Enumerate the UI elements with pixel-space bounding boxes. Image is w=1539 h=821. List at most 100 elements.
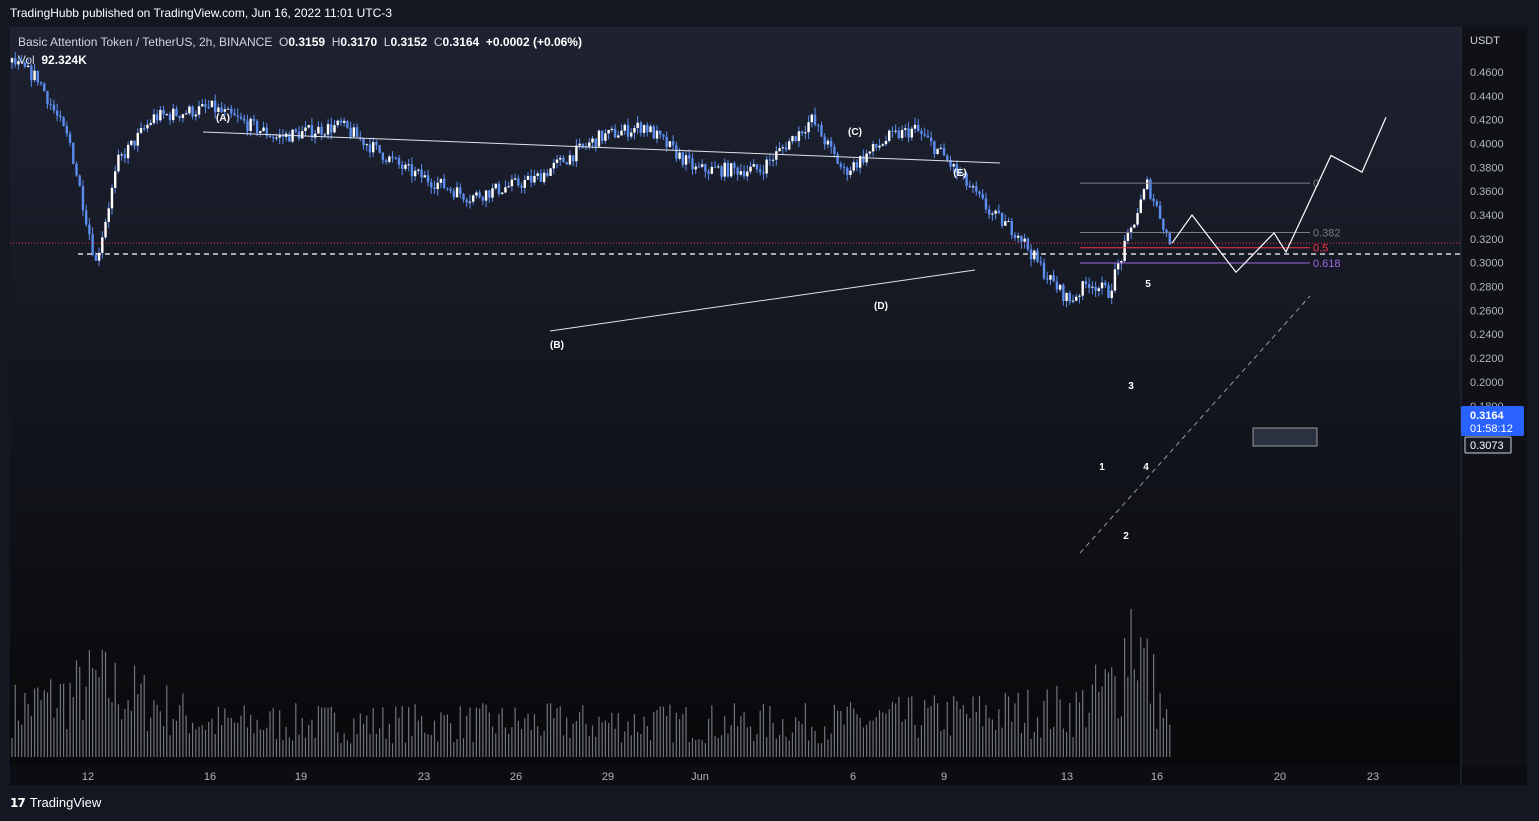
volume-bar [946,701,948,757]
volume-bar [556,708,558,757]
candle-body [555,159,559,163]
candle-body [688,155,691,159]
candle-body [813,114,817,125]
candle-body [704,164,707,172]
volume-bar [295,703,297,757]
candle-body [942,147,946,156]
candle-body [426,175,430,183]
volume-bar [1024,722,1026,757]
volume-bar [598,716,600,757]
volume-bar [827,739,829,757]
candle-body [833,146,836,155]
candle-body [43,83,46,92]
candle-body [197,106,201,115]
volume-bar [927,707,929,757]
volume-bar [1120,716,1122,757]
candle-body [336,120,339,126]
candle-body [907,128,910,138]
candle-body [1100,282,1104,289]
candle-body [268,135,272,138]
candle-body [204,104,207,108]
candle-body [784,147,788,150]
volume-bar [1053,726,1055,757]
volume-bar [837,710,839,757]
countdown-value: 01:58:12 [1470,423,1513,435]
volume-bar [153,700,155,757]
tradingview-brand[interactable]: 17 TradingView [10,795,101,810]
volume-bar [98,677,100,757]
candle-body [946,155,949,160]
volume-bar [204,730,207,757]
candle-body [342,120,346,123]
candle-body [1017,235,1020,238]
volume-bar [346,740,348,757]
volume-bar [1004,692,1006,757]
candle-body [1091,286,1094,288]
candle-body [130,140,133,145]
candle-body [978,191,981,195]
candle-body [101,237,104,253]
candle-body [1065,292,1068,302]
volume-bar [640,733,642,757]
candle-body [536,173,539,176]
candle-body [184,113,188,115]
candle-body [230,108,233,114]
candle-body [671,141,675,146]
candle-body [665,136,668,147]
volume-bar [453,742,455,757]
y-tick-label: 0.2400 [1470,329,1504,341]
volume-bar [1143,647,1145,757]
candle-body [804,132,807,134]
volume-bar [424,732,426,757]
candle-body [894,130,897,132]
candle-body [1039,261,1042,263]
candle-body [49,104,52,106]
volume-bar [608,722,610,757]
volume-bar [269,711,271,757]
volume-bar [872,720,874,757]
volume-bar [914,724,916,757]
volume-bar [1075,692,1077,757]
volume-bar [146,731,149,757]
volume-value: 92.324K [41,53,87,67]
x-tick-label: 19 [295,771,307,783]
candle-body [571,155,575,162]
volume-bar [772,722,774,757]
candle-body [926,135,930,138]
candle-body [681,152,684,165]
volume-bar [656,710,658,757]
x-tick-label: 23 [418,771,430,783]
volume-bar [1036,717,1039,757]
volume-bar [769,706,771,757]
volume-bar [488,712,490,757]
candle-body [1162,218,1165,230]
candle-body [149,122,152,125]
volume-bar [30,715,32,757]
wave-label: (C) [848,127,862,138]
candle-body [446,188,449,190]
volume-bar [1124,638,1126,757]
candle-body [62,117,65,127]
volume-bar [117,704,120,757]
wave-label: (B) [550,340,564,351]
candle-body [768,159,772,161]
candle-body [491,188,494,198]
candle-body [762,171,765,174]
candle-body [417,169,420,171]
fib-level-label: 0.382 [1313,227,1341,239]
volume-bar [1007,696,1010,757]
volume-bar [933,695,935,757]
volume-bar [121,719,123,757]
volume-bar [1046,689,1048,757]
candle-body [1126,232,1130,241]
price-chart[interactable]: USDT 0.4600 0.4400 0.4200 0.4000 0.3800 0.3600… [0,27,1539,785]
x-tick-label: 26 [510,771,522,783]
candle-body [375,142,378,146]
volume-bar [466,715,468,757]
candle-body [355,127,359,137]
y-tick-label: 0.4600 [1470,67,1504,79]
volume-bar [649,740,652,757]
candle-body [397,157,401,165]
change-value: +0.0002 (+0.06%) [485,35,582,49]
candle-body [368,144,372,153]
